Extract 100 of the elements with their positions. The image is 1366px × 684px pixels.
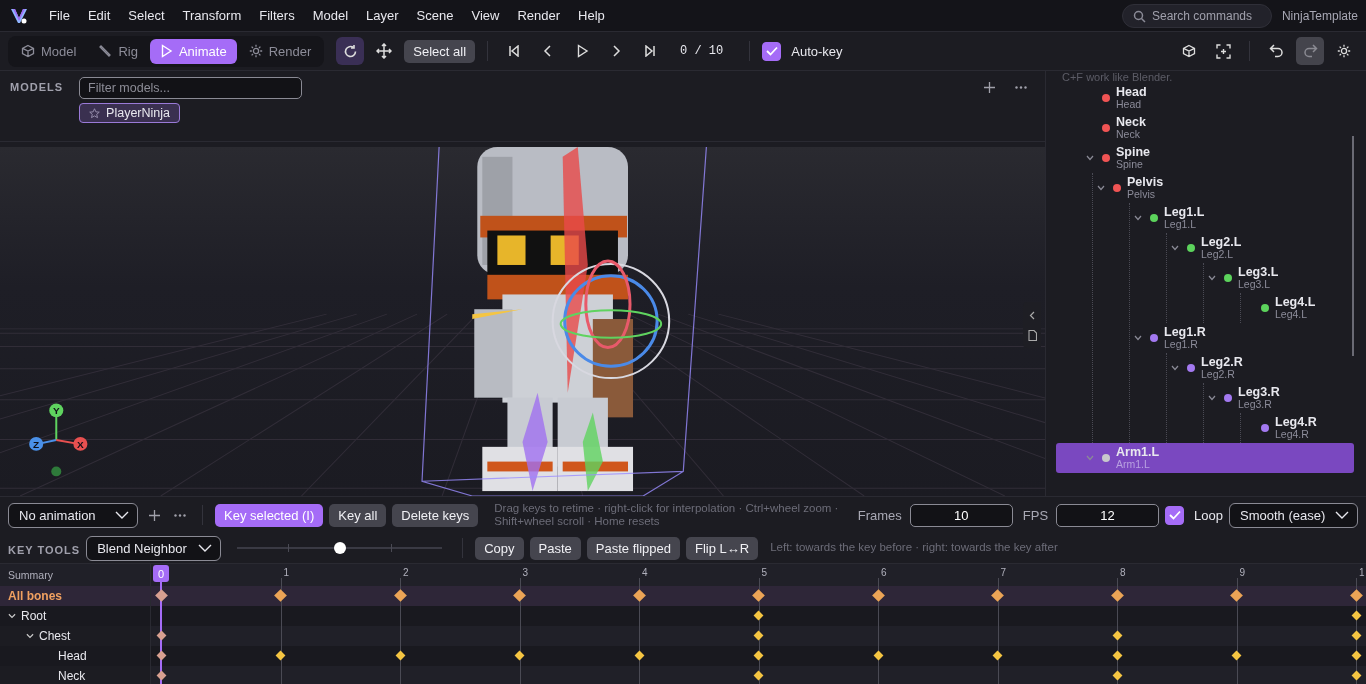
bone-item[interactable]: Neck Neck bbox=[1056, 113, 1354, 143]
bone-name: Leg3.L bbox=[1238, 265, 1279, 280]
keyframe-marker[interactable] bbox=[1112, 650, 1122, 661]
keyframe-marker[interactable] bbox=[1112, 630, 1122, 641]
chevron-icon[interactable] bbox=[1086, 155, 1094, 161]
bone-item[interactable]: Pelvis Pelvis bbox=[1093, 173, 1354, 203]
mode-tab[interactable]: Model bbox=[11, 38, 87, 64]
keyframe-marker[interactable] bbox=[1351, 650, 1361, 661]
bone-item[interactable]: Spine Spine bbox=[1056, 143, 1354, 173]
checkbox[interactable] bbox=[762, 41, 782, 61]
scrollbar[interactable] bbox=[1352, 136, 1354, 356]
keyframe-marker[interactable] bbox=[156, 650, 166, 661]
keyframe-marker[interactable] bbox=[871, 589, 885, 602]
3d-viewport[interactable]: Y Z X bbox=[0, 147, 1045, 496]
keyframe-marker[interactable] bbox=[1231, 650, 1242, 661]
clipboard-button[interactable]: Paste bbox=[529, 536, 581, 560]
keyframe-marker[interactable] bbox=[753, 650, 764, 661]
chevron-icon[interactable] bbox=[1171, 365, 1179, 371]
key-button[interactable]: Delete keys bbox=[392, 503, 479, 527]
menu-item[interactable]: File bbox=[40, 4, 79, 27]
keyframe-marker[interactable] bbox=[992, 650, 1003, 661]
keyframe-marker[interactable] bbox=[156, 670, 166, 681]
chevron-icon[interactable] bbox=[1134, 215, 1142, 221]
menu-item[interactable]: Filters bbox=[250, 4, 304, 27]
keyframe-marker[interactable] bbox=[991, 589, 1004, 602]
chevron-icon[interactable] bbox=[1208, 395, 1216, 401]
keyframe-marker[interactable] bbox=[156, 630, 166, 641]
chevron-icon[interactable] bbox=[1171, 245, 1179, 251]
clipboard-button[interactable]: Copy bbox=[475, 536, 524, 560]
key-button[interactable]: Key all bbox=[329, 503, 387, 527]
track-label[interactable]: Chest bbox=[39, 629, 71, 643]
play-icon bbox=[575, 44, 589, 58]
clipboard-button[interactable]: Paste flipped bbox=[586, 536, 680, 560]
track-label[interactable]: Neck bbox=[58, 669, 86, 683]
character-drawing[interactable] bbox=[472, 147, 634, 492]
bone-item[interactable]: Head Head bbox=[1056, 83, 1354, 113]
keyframe-marker[interactable] bbox=[1112, 670, 1122, 681]
menu-item[interactable]: Edit bbox=[78, 4, 120, 27]
axis-gizmo[interactable] bbox=[29, 403, 88, 477]
keyframe-marker[interactable] bbox=[752, 589, 765, 602]
keyframe-marker[interactable] bbox=[513, 589, 526, 602]
bone-item[interactable]: Arm1.L Arm1.L bbox=[1056, 443, 1354, 473]
menu-item[interactable]: Layer bbox=[357, 4, 408, 27]
keyframe-marker[interactable] bbox=[274, 589, 287, 602]
keyframe-marker[interactable] bbox=[395, 650, 405, 661]
menu-item[interactable]: Render bbox=[508, 4, 570, 27]
rotate-gizmo[interactable] bbox=[551, 259, 671, 380]
fps-field[interactable]: 12 bbox=[1056, 503, 1160, 527]
logo-icon[interactable] bbox=[10, 6, 28, 25]
keyframe-marker[interactable] bbox=[1230, 589, 1243, 602]
frames-field[interactable]: 10 bbox=[909, 503, 1013, 527]
chevron-icon[interactable] bbox=[1208, 275, 1216, 281]
blend-mode-dropdown[interactable]: Blend Neighbor bbox=[86, 535, 222, 561]
bone-item[interactable]: Leg3.L Leg3.L bbox=[1204, 263, 1354, 293]
filter-field[interactable]: Filter models... bbox=[79, 77, 303, 99]
chevron-icon[interactable] bbox=[8, 613, 16, 619]
bone-item[interactable]: Leg4.R Leg4.R bbox=[1241, 413, 1354, 443]
keyframe-marker[interactable] bbox=[753, 630, 764, 641]
model-chip[interactable]: PlayerNinja bbox=[79, 103, 180, 123]
keyframe-marker[interactable] bbox=[753, 610, 764, 621]
blend-slider[interactable] bbox=[237, 540, 443, 556]
track-label[interactable]: Root bbox=[21, 609, 47, 623]
keyframe-marker[interactable] bbox=[753, 670, 764, 681]
keyframe-marker[interactable] bbox=[1351, 610, 1361, 621]
chevron-icon[interactable] bbox=[1134, 335, 1142, 341]
chevron-icon[interactable] bbox=[26, 633, 34, 639]
keyframe-marker[interactable] bbox=[632, 589, 646, 602]
bone-item[interactable]: Leg1.L Leg1.L bbox=[1130, 203, 1354, 233]
menu-item[interactable]: Help bbox=[569, 4, 614, 27]
animation-dropdown[interactable]: No animation bbox=[8, 502, 138, 528]
keyframe-marker[interactable] bbox=[1351, 670, 1361, 681]
keyframe-marker[interactable] bbox=[154, 589, 168, 602]
chevron-icon[interactable] bbox=[1097, 185, 1105, 191]
clipboard-button[interactable]: Flip L↔R bbox=[685, 536, 759, 560]
select-all-button[interactable]: Select all bbox=[404, 39, 476, 63]
keyframe-marker[interactable] bbox=[634, 650, 644, 661]
menu-item[interactable]: Scene bbox=[407, 4, 463, 27]
keyframe-marker[interactable] bbox=[514, 650, 525, 661]
mode-tab[interactable]: Rig bbox=[88, 38, 148, 64]
bone-item[interactable]: Leg3.R Leg3.R bbox=[1204, 383, 1354, 413]
easing-dropdown[interactable]: Smooth (ease) bbox=[1229, 502, 1358, 528]
bone-item[interactable]: Leg2.L Leg2.L bbox=[1167, 233, 1354, 263]
bone-item[interactable]: Leg1.R Leg1.R bbox=[1130, 323, 1354, 353]
keyframe-marker[interactable] bbox=[873, 650, 883, 661]
track-label[interactable]: Head bbox=[58, 649, 87, 663]
tool-button[interactable] bbox=[336, 37, 365, 65]
keyframe-marker[interactable] bbox=[275, 650, 286, 661]
checkbox[interactable] bbox=[1165, 505, 1185, 525]
menu-item[interactable]: Select bbox=[119, 4, 174, 27]
search-field[interactable]: Search commands bbox=[1121, 3, 1272, 28]
keyframe-marker[interactable] bbox=[1349, 589, 1363, 602]
mode-tab[interactable]: Render bbox=[238, 38, 322, 64]
bone-item[interactable]: Leg2.R Leg2.R bbox=[1167, 353, 1354, 383]
menu-item[interactable]: Model bbox=[303, 4, 358, 27]
menu-item[interactable]: Transform bbox=[173, 4, 251, 27]
keyframe-marker[interactable] bbox=[1351, 630, 1361, 641]
bone-item[interactable]: Leg4.L Leg4.L bbox=[1241, 293, 1354, 323]
keyframe-marker[interactable] bbox=[1110, 589, 1124, 602]
menu-item[interactable]: View bbox=[462, 4, 509, 27]
keyframe-marker[interactable] bbox=[393, 589, 407, 602]
